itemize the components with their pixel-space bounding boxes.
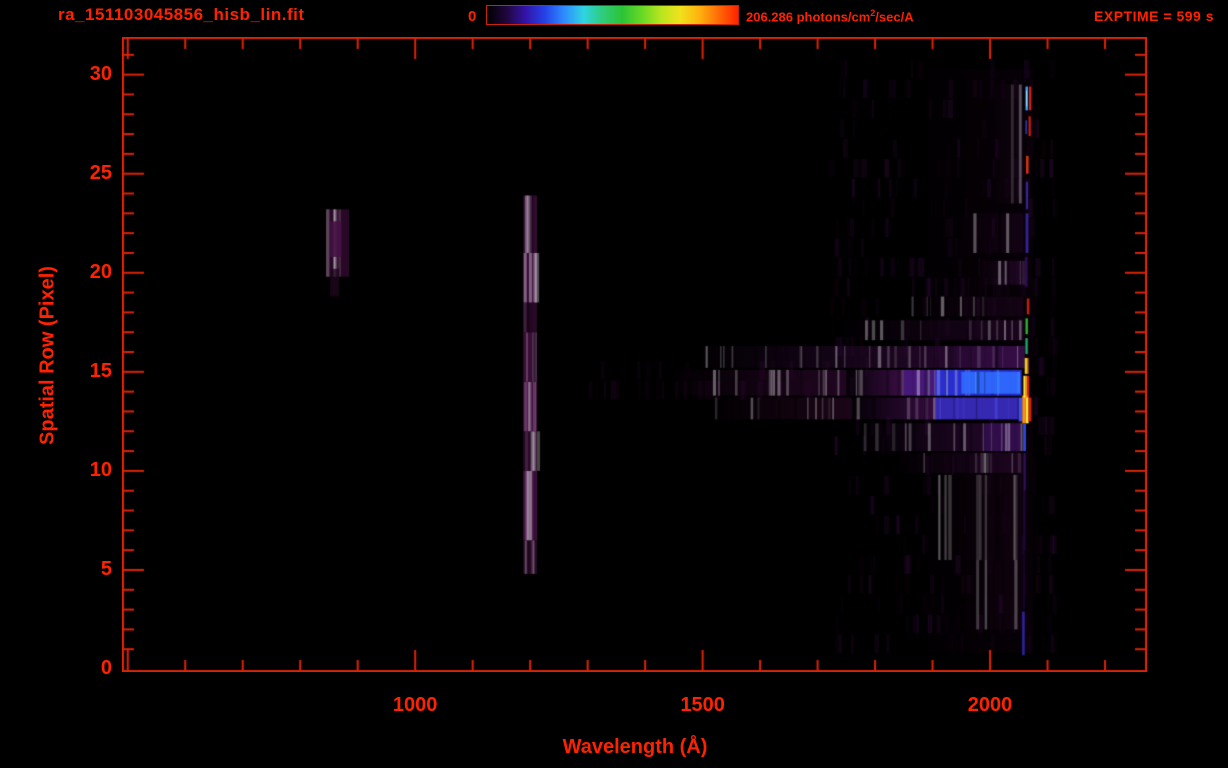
spectrogram-viewer-window: ra_151103045856_hisb_lin.fit 0 206.286 p… <box>0 0 1228 768</box>
y-tick-label-5: 5 <box>100 557 112 580</box>
colorbar-max-value: 206.286 photons/cm <box>746 9 871 25</box>
x-tick-label-1500: 1500 <box>680 694 725 716</box>
y-tick-label-10: 10 <box>89 458 112 481</box>
fits-filename-title: ra_151103045856_hisb_lin.fit <box>58 5 305 24</box>
colorbar-min-label: 0 <box>468 8 477 25</box>
y-axis-title: Spatial Row (Pixel) <box>36 266 59 445</box>
y-tick-label-0: 0 <box>100 657 112 680</box>
y-tick-label-30: 30 <box>89 62 112 85</box>
x-tick-label-1000: 1000 <box>392 694 438 716</box>
y-tick-label-25: 25 <box>89 161 112 184</box>
exptime-readout: EXPTIME = 599 s <box>1094 8 1214 24</box>
colorbar-gradient <box>486 5 739 25</box>
x-axis-title: Wavelength (Å) <box>562 736 708 758</box>
y-tick-label-15: 15 <box>89 359 112 382</box>
spectrogram-plot <box>122 37 1147 672</box>
x-tick-label-2000: 2000 <box>967 694 1013 716</box>
colorbar-max-label: 206.286 photons/cm2/sec/A <box>746 8 914 24</box>
colorbar-units-suffix: /sec/A <box>875 9 914 25</box>
y-tick-label-20: 20 <box>89 260 112 283</box>
